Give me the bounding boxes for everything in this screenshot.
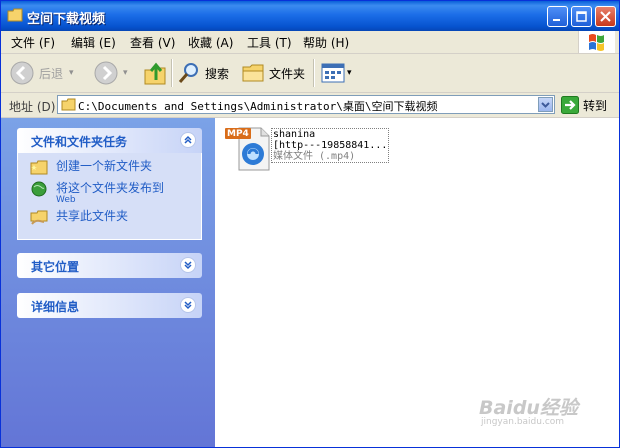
toolbar-separator — [171, 59, 173, 87]
file-name-line2: [http---19858841... — [273, 140, 388, 151]
folder-icon — [7, 8, 23, 22]
task-publish-web[interactable]: 将这个文件夹发布到 Web — [18, 181, 201, 205]
folders-label: 文件夹 — [269, 66, 306, 81]
new-folder-icon — [30, 160, 48, 175]
folders-icon — [242, 64, 264, 82]
file-name-line1: shanina — [273, 129, 316, 140]
file-tasks-title: 文件和文件夹任务 — [31, 135, 128, 149]
file-tasks-panel: 文件和文件夹任务 创建一个新文件夹 将这个文件夹发布到 Web 共享此文件夹 — [17, 128, 202, 240]
back-label: 后退 — [39, 66, 64, 81]
search-button[interactable]: 搜索 — [177, 59, 229, 87]
share-folder-icon — [30, 210, 48, 225]
other-places-panel: 其它位置 — [17, 253, 202, 278]
menu-help[interactable]: 帮助 (H) — [303, 34, 349, 51]
toolbar: 后退 ▾ ▾ 搜索 文件夹 ▾ — [1, 54, 619, 93]
address-path: C:\Documents and Settings\Administrator\… — [78, 100, 438, 113]
file-type: 媒体文件 (.mp4) — [273, 151, 356, 162]
expand-chevron-icon[interactable] — [180, 257, 196, 273]
go-button[interactable]: 转到 — [561, 95, 607, 115]
up-folder-button[interactable] — [143, 59, 167, 87]
toolbar-separator — [313, 59, 315, 87]
watermark: Baidu经验 — [479, 397, 578, 419]
go-arrow-icon — [561, 96, 579, 114]
address-dropdown-button[interactable] — [538, 97, 553, 112]
views-icon — [321, 63, 345, 83]
other-places-title: 其它位置 — [31, 260, 80, 274]
address-field[interactable]: C:\Documents and Settings\Administrator\… — [57, 95, 555, 114]
back-arrow-icon — [10, 61, 34, 85]
views-button[interactable]: ▾ — [321, 59, 352, 87]
address-label: 地址 (D) — [9, 100, 56, 114]
menu-edit[interactable]: 编辑 (E) — [71, 34, 116, 51]
search-label: 搜索 — [205, 66, 230, 81]
watermark-sub: jingyan.baidu.com — [481, 417, 565, 427]
expand-chevron-icon[interactable] — [180, 297, 196, 313]
search-icon — [178, 63, 198, 83]
menu-bar: 文件 (F) 编辑 (E) 查看 (V) 收藏 (A) 工具 (T) 帮助 (H… — [1, 31, 619, 54]
window-title: 空间下载视频 — [27, 12, 106, 27]
back-dropdown-icon[interactable]: ▾ — [69, 68, 74, 78]
close-button[interactable] — [595, 6, 616, 27]
collapse-chevron-icon[interactable] — [180, 132, 196, 148]
forward-arrow-icon — [94, 61, 118, 85]
mp4-file-icon: MP4 — [225, 126, 273, 172]
task-pane: 文件和文件夹任务 创建一个新文件夹 将这个文件夹发布到 Web 共享此文件夹 其… — [1, 118, 215, 447]
mp4-badge: MP4 — [227, 129, 249, 139]
task-share-folder[interactable]: 共享此文件夹 — [18, 209, 201, 227]
file-label: shanina [http---19858841... 媒体文件 (.mp4) — [271, 128, 390, 163]
address-bar: 地址 (D) C:\Documents and Settings\Adminis… — [1, 93, 619, 118]
file-item[interactable]: MP4 shanina [http---19858841... 媒体文件 (.m… — [225, 126, 395, 176]
forward-dropdown-icon[interactable]: ▾ — [123, 68, 128, 78]
task-publish-web-label: 将这个文件夹发布到 — [56, 181, 165, 195]
menu-file[interactable]: 文件 (F) — [11, 34, 55, 51]
title-bar[interactable]: 空间下载视频 — [1, 1, 619, 31]
up-folder-icon — [144, 62, 166, 85]
forward-button[interactable]: ▾ — [93, 59, 128, 87]
details-panel: 详细信息 — [17, 293, 202, 318]
folder-icon — [61, 98, 76, 111]
maximize-button[interactable] — [571, 6, 592, 27]
windows-logo-icon — [578, 31, 615, 53]
other-places-header[interactable]: 其它位置 — [17, 253, 202, 278]
menu-favorites[interactable]: 收藏 (A) — [188, 34, 233, 51]
file-tasks-body: 创建一个新文件夹 将这个文件夹发布到 Web 共享此文件夹 — [17, 153, 202, 240]
task-share-folder-label: 共享此文件夹 — [56, 209, 129, 223]
file-tasks-header[interactable]: 文件和文件夹任务 — [17, 128, 202, 153]
menu-view[interactable]: 查看 (V) — [130, 34, 175, 51]
minimize-button[interactable] — [547, 6, 568, 27]
back-button[interactable]: 后退 ▾ — [9, 59, 74, 87]
task-new-folder-label: 创建一个新文件夹 — [56, 159, 153, 173]
publish-web-icon — [31, 181, 47, 197]
views-dropdown-icon[interactable]: ▾ — [347, 68, 352, 78]
explorer-window: 空间下载视频 文件 (F) 编辑 (E) 查看 (V) 收藏 (A) 工具 (T… — [0, 0, 620, 448]
details-header[interactable]: 详细信息 — [17, 293, 202, 318]
go-label: 转到 — [583, 98, 608, 113]
details-title: 详细信息 — [31, 300, 80, 314]
menu-tools[interactable]: 工具 (T) — [247, 34, 292, 51]
chevron-down-icon — [541, 102, 550, 108]
task-new-folder[interactable]: 创建一个新文件夹 — [18, 159, 201, 177]
folders-button[interactable]: 文件夹 — [241, 59, 305, 87]
task-publish-web-label-web: Web — [56, 195, 76, 205]
